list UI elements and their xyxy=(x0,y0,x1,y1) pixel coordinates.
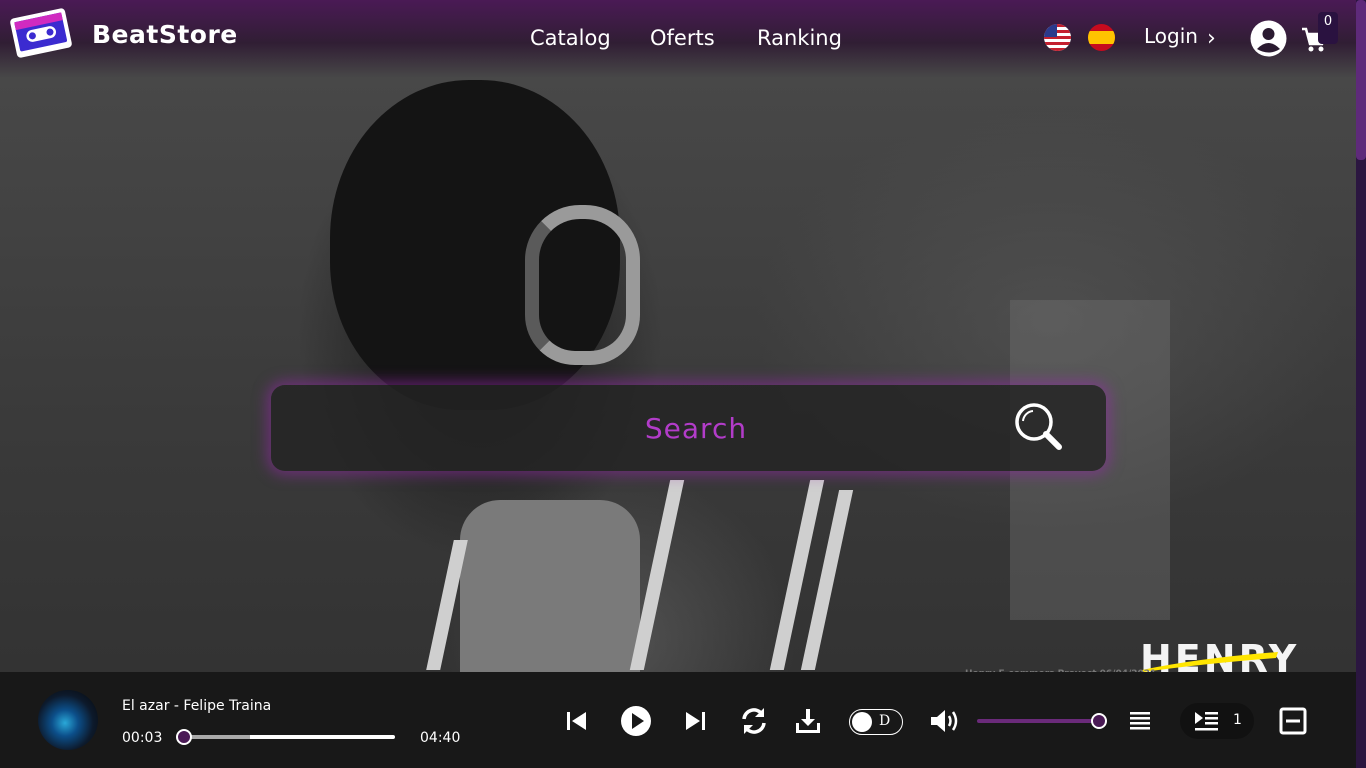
spain-flag-icon[interactable] xyxy=(1088,24,1115,51)
toggle-mode-letter: D xyxy=(879,713,891,729)
total-duration: 04:40 xyxy=(420,730,461,746)
top-navigation-bar: BeatStore Catalog Oferts Ranking Login ›… xyxy=(0,0,1356,78)
scrollbar-thumb[interactable] xyxy=(1356,0,1366,160)
henry-yellow-swoosh xyxy=(1142,652,1278,672)
cassette-logo-icon[interactable] xyxy=(8,6,73,59)
play-queue-icon[interactable] xyxy=(1192,707,1220,735)
progress-slider[interactable] xyxy=(176,729,395,745)
hero-person-shirt xyxy=(460,500,640,680)
nav-ranking[interactable]: Ranking xyxy=(757,26,842,50)
download-icon[interactable] xyxy=(792,705,824,737)
skip-previous-icon[interactable] xyxy=(560,705,592,737)
search-icon[interactable] xyxy=(1011,399,1067,455)
volume-knob[interactable] xyxy=(1091,713,1107,729)
minimize-player-icon[interactable] xyxy=(1277,705,1309,737)
volume-icon[interactable] xyxy=(928,705,960,737)
search-bar[interactable]: Search xyxy=(271,385,1106,471)
queue-count: 1 xyxy=(1233,712,1242,728)
menu-lines-icon[interactable] xyxy=(1124,705,1156,737)
progress-buffered xyxy=(184,735,250,739)
repeat-icon[interactable] xyxy=(738,705,770,737)
brand-name[interactable]: BeatStore xyxy=(92,20,238,49)
play-icon[interactable] xyxy=(620,705,652,737)
us-flag-icon[interactable] xyxy=(1044,24,1071,51)
page-scrollbar[interactable] xyxy=(1356,0,1366,768)
nav-catalog[interactable]: Catalog xyxy=(530,26,611,50)
track-title: El azar - Felipe Traina xyxy=(122,698,272,714)
elapsed-time: 00:03 xyxy=(122,730,163,746)
progress-knob[interactable] xyxy=(176,729,192,745)
music-player-bar: El azar - Felipe Traina 00:03 04:40 D 1 xyxy=(0,672,1356,768)
hero-headphones xyxy=(525,205,640,365)
chevron-right-icon[interactable]: › xyxy=(1207,26,1216,51)
toggle-knob[interactable] xyxy=(852,712,872,732)
album-cover[interactable] xyxy=(38,690,98,750)
skip-next-icon[interactable] xyxy=(680,705,712,737)
volume-slider[interactable] xyxy=(977,713,1107,729)
cart-count-badge[interactable]: 0 xyxy=(1318,12,1338,44)
search-input[interactable]: Search xyxy=(271,412,1121,445)
queue-button[interactable]: 1 xyxy=(1180,703,1254,739)
nav-oferts[interactable]: Oferts xyxy=(650,26,715,50)
user-account-icon[interactable] xyxy=(1250,20,1287,57)
login-link[interactable]: Login xyxy=(1144,24,1198,48)
mode-toggle-switch[interactable]: D xyxy=(849,709,903,735)
